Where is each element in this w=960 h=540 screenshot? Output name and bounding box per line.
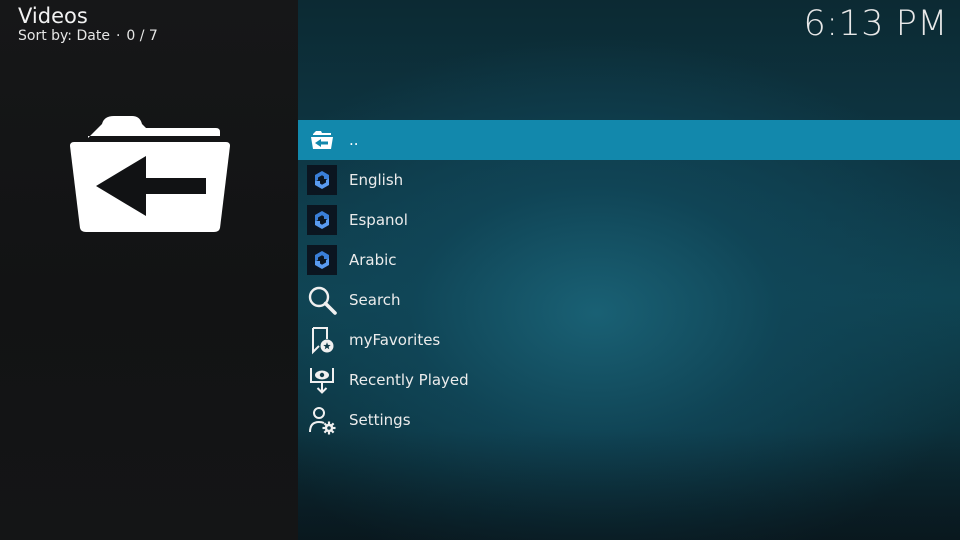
list-item-english[interactable]: English [298,160,960,200]
sort-info: Sort by: Date · 0 / 7 [18,28,158,44]
addon-logo-icon [306,244,338,276]
list-item-search[interactable]: Search [298,280,960,320]
recently-played-icon [306,364,338,396]
kodi-screen: Videos Sort by: Date · 0 / 7 6:13 PM .. [0,0,960,540]
list-item-label: .. [349,131,359,149]
list-item-arabic[interactable]: Arabic [298,240,960,280]
file-list: .. English Espanol Arabic Search myFavor… [298,120,960,440]
search-icon [306,284,338,316]
list-item-parent-folder[interactable]: .. [298,120,960,160]
clock: 6:13 PM [803,4,948,44]
list-item-label: Recently Played [349,371,469,389]
list-item-label: Espanol [349,211,408,229]
list-item-recently-played[interactable]: Recently Played [298,360,960,400]
item-position: 0 / 7 [126,28,158,44]
list-item-label: Search [349,291,401,309]
list-item-settings[interactable]: Settings [298,400,960,440]
info-panel [0,0,298,540]
addon-logo-icon [306,204,338,236]
favorites-icon [306,324,338,356]
sort-label[interactable]: Sort by: Date [18,28,110,44]
list-item-espanol[interactable]: Espanol [298,200,960,240]
addon-logo-icon [306,164,338,196]
list-item-label: Arabic [349,251,397,269]
list-item-label: Settings [349,411,411,429]
list-item-label: English [349,171,404,189]
list-item-myfavorites[interactable]: myFavorites [298,320,960,360]
folder-back-icon [70,116,230,232]
folder-back-icon [306,124,338,156]
settings-icon [306,404,338,436]
separator: · [115,28,121,44]
page-title: Videos [18,4,88,28]
list-item-label: myFavorites [349,331,441,349]
